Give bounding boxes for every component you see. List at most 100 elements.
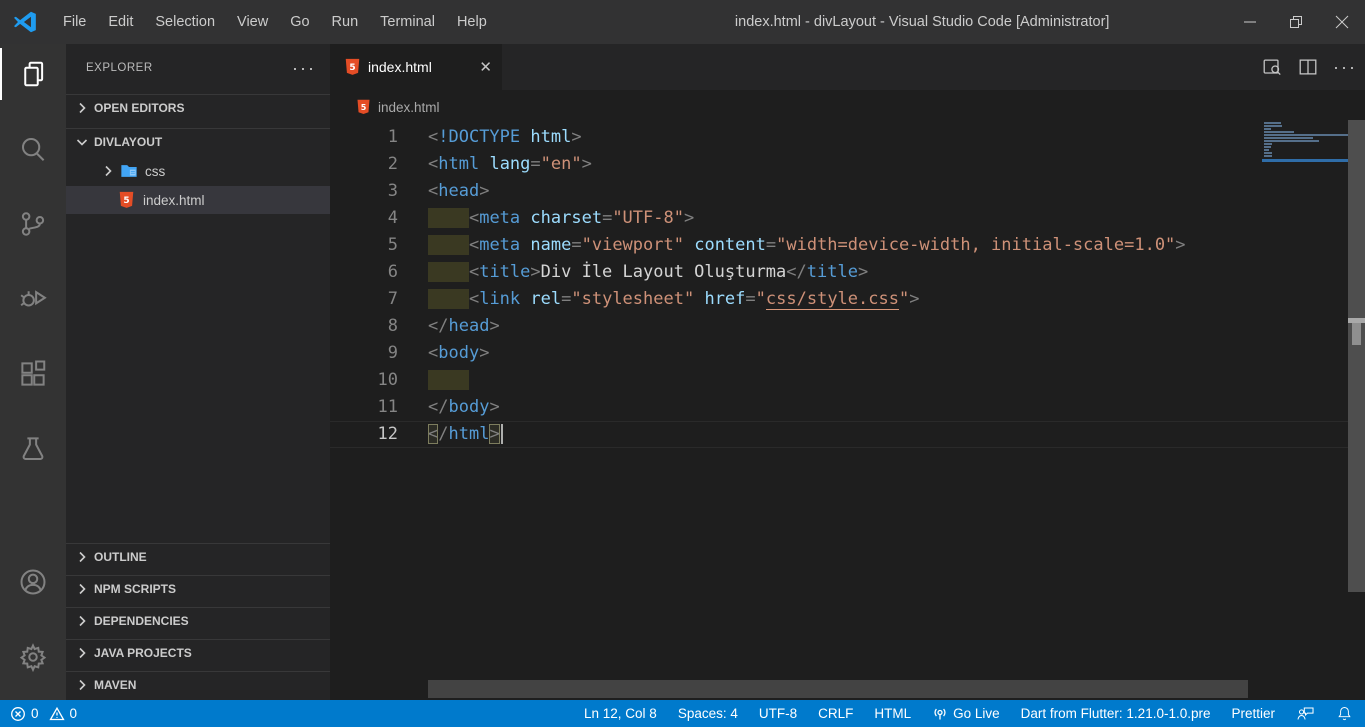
- tab-close-icon[interactable]: ✕: [479, 58, 492, 76]
- line-number: 8: [330, 313, 398, 340]
- activity-bar: [0, 44, 66, 700]
- html5-file-icon: 5: [356, 99, 371, 115]
- prettier-button[interactable]: Prettier: [1231, 706, 1275, 721]
- line-number: 10: [330, 367, 398, 394]
- line-number: 11: [330, 394, 398, 421]
- indentation-setting[interactable]: Spaces: 4: [678, 706, 738, 721]
- eol-sequence[interactable]: CRLF: [818, 706, 853, 721]
- menu-run[interactable]: Run: [321, 0, 370, 44]
- source-control-icon[interactable]: [0, 198, 66, 250]
- line-number: 4: [330, 205, 398, 232]
- vertical-scrollbar[interactable]: [1348, 120, 1365, 592]
- minimap-current-line: [1262, 159, 1348, 162]
- code-editor[interactable]: 1<!DOCTYPE html>2<html lang="en">3<head>…: [330, 124, 1365, 448]
- problems-errors[interactable]: 0 0: [10, 706, 77, 722]
- tab-index-html[interactable]: 5 index.html ✕: [330, 44, 502, 90]
- chevron-right-icon: [100, 163, 116, 179]
- html5-file-icon: 5: [118, 191, 135, 209]
- line-number: 3: [330, 178, 398, 205]
- title-bar: File Edit Selection View Go Run Terminal…: [0, 0, 1365, 44]
- minimap[interactable]: [1262, 122, 1348, 162]
- chevron-down-icon: [74, 134, 90, 150]
- chevron-right-icon: [74, 549, 90, 565]
- status-bar: 0 0 Ln 12, Col 8 Spaces: 4 UTF-8 CRLF HT…: [0, 700, 1365, 727]
- horizontal-scrollbar[interactable]: [428, 680, 1248, 698]
- split-editor-icon[interactable]: [1297, 56, 1319, 78]
- code-line-3[interactable]: 3<head>: [330, 178, 1365, 205]
- code-line-5[interactable]: 5 <meta name="viewport" content="width=d…: [330, 232, 1365, 259]
- line-number: 7: [330, 286, 398, 313]
- code-line-4[interactable]: 4 <meta charset="UTF-8">: [330, 205, 1365, 232]
- menu-help[interactable]: Help: [446, 0, 498, 44]
- explorer-more-actions-icon[interactable]: ···: [292, 63, 316, 73]
- menu-go[interactable]: Go: [279, 0, 320, 44]
- cursor-position[interactable]: Ln 12, Col 8: [584, 706, 657, 721]
- code-line-12[interactable]: 12</html>: [330, 421, 1365, 448]
- notifications-bell-icon[interactable]: [1336, 705, 1353, 722]
- svg-text:5: 5: [349, 63, 355, 73]
- code-line-7[interactable]: 7 <link rel="stylesheet" href="css/style…: [330, 286, 1365, 313]
- menu-selection[interactable]: Selection: [144, 0, 226, 44]
- account-icon[interactable]: [0, 556, 66, 608]
- code-line-8[interactable]: 8</head>: [330, 313, 1365, 340]
- restore-icon: [1289, 15, 1303, 29]
- scrollbar-handle[interactable]: [1352, 323, 1361, 345]
- search-icon[interactable]: [0, 123, 66, 175]
- line-number: 5: [330, 232, 398, 259]
- tree-item-css-folder[interactable]: css: [66, 157, 330, 185]
- open-preview-icon[interactable]: [1261, 56, 1283, 78]
- chevron-right-icon: [74, 645, 90, 661]
- line-number: 6: [330, 259, 398, 286]
- section-workspace-divlayout[interactable]: DIVLAYOUT: [66, 128, 330, 155]
- menu-terminal[interactable]: Terminal: [369, 0, 446, 44]
- settings-gear-icon[interactable]: [0, 631, 66, 683]
- chevron-right-icon: [74, 677, 90, 693]
- code-line-6[interactable]: 6 <title>Div İle Layout Oluşturma</title…: [330, 259, 1365, 286]
- section-npm-scripts[interactable]: NPM SCRIPTS: [66, 575, 330, 602]
- explorer-icon[interactable]: [0, 48, 66, 100]
- minimize-button[interactable]: [1227, 0, 1273, 44]
- broadcast-icon: [932, 706, 948, 722]
- code-line-2[interactable]: 2<html lang="en">: [330, 151, 1365, 178]
- code-line-9[interactable]: 9<body>: [330, 340, 1365, 367]
- run-debug-icon[interactable]: [0, 273, 66, 325]
- editor-area: 5 index.html ✕ ··· 5 index.html 1<!DOCTY…: [330, 44, 1365, 700]
- menu-view[interactable]: View: [226, 0, 279, 44]
- close-icon: [1335, 15, 1349, 29]
- section-dependencies[interactable]: DEPENDENCIES: [66, 607, 330, 634]
- text-cursor: [501, 424, 503, 444]
- explorer-sidebar: EXPLORER ··· OPEN EDITORS DIVLAYOUT css …: [66, 44, 330, 700]
- code-line-10[interactable]: 10: [330, 367, 1365, 394]
- section-java-projects[interactable]: JAVA PROJECTS: [66, 639, 330, 666]
- code-line-1[interactable]: 1<!DOCTYPE html>: [330, 124, 1365, 151]
- window-title: index.html - divLayout - Visual Studio C…: [735, 14, 1109, 30]
- menu-file[interactable]: File: [52, 0, 97, 44]
- encoding[interactable]: UTF-8: [759, 706, 797, 721]
- extensions-icon[interactable]: [0, 348, 66, 400]
- testing-icon[interactable]: [0, 423, 66, 475]
- section-open-editors[interactable]: OPEN EDITORS: [66, 94, 330, 121]
- dart-flutter-version[interactable]: Dart from Flutter: 1.21.0-1.0.pre: [1021, 706, 1211, 721]
- minimize-icon: [1243, 15, 1257, 29]
- menu-edit[interactable]: Edit: [97, 0, 144, 44]
- explorer-header: EXPLORER: [86, 62, 153, 74]
- svg-text:5: 5: [361, 103, 367, 112]
- close-button[interactable]: [1319, 0, 1365, 44]
- feedback-icon[interactable]: [1296, 705, 1315, 722]
- tab-bar: 5 index.html ✕ ···: [330, 44, 1365, 90]
- editor-more-actions-icon[interactable]: ···: [1333, 57, 1357, 78]
- section-maven[interactable]: MAVEN: [66, 671, 330, 698]
- line-number: 2: [330, 151, 398, 178]
- language-mode[interactable]: HTML: [874, 706, 911, 721]
- go-live-button[interactable]: Go Live: [932, 706, 1000, 722]
- tree-item-index-html[interactable]: 5 index.html: [66, 186, 330, 214]
- chevron-right-icon: [74, 581, 90, 597]
- section-outline[interactable]: OUTLINE: [66, 543, 330, 570]
- restore-button[interactable]: [1273, 0, 1319, 44]
- error-icon: [10, 706, 26, 722]
- code-line-11[interactable]: 11</body>: [330, 394, 1365, 421]
- svg-text:5: 5: [123, 196, 129, 206]
- breadcrumb[interactable]: 5 index.html: [356, 90, 440, 124]
- vscode-logo-icon: [12, 9, 38, 35]
- chevron-right-icon: [74, 613, 90, 629]
